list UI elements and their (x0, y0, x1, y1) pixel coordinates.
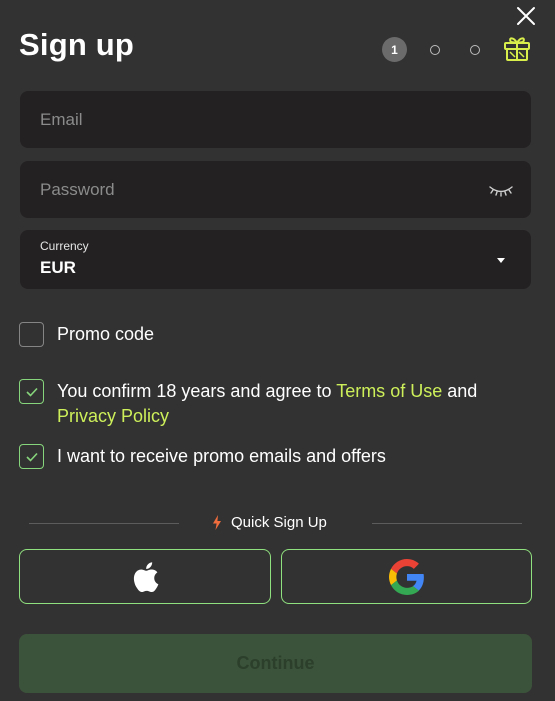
promo-emails-checkbox[interactable] (19, 444, 44, 469)
check-icon (25, 452, 38, 462)
page-title: Sign up (19, 27, 135, 62)
promo-emails-row: I want to receive promo emails and offer… (19, 444, 386, 469)
apple-signup-button[interactable] (19, 549, 271, 604)
step-2 (430, 45, 440, 55)
continue-button[interactable]: Continue (19, 634, 532, 693)
terms-middle: and (442, 381, 478, 401)
apple-icon (133, 561, 159, 592)
email-field-container (20, 91, 531, 148)
terms-of-use-link[interactable]: Terms of Use (336, 381, 442, 401)
terms-text: You confirm 18 years and agree to Terms … (57, 379, 477, 429)
quick-signup-label: Quick Sign Up (231, 514, 327, 531)
lightning-icon (213, 515, 221, 530)
eye-closed-icon[interactable] (487, 182, 515, 198)
terms-prefix: You confirm 18 years and agree to (57, 381, 337, 401)
promo-emails-label: I want to receive promo emails and offer… (57, 446, 386, 466)
close-icon (517, 7, 535, 25)
email-input[interactable] (20, 91, 531, 148)
gift-icon[interactable] (502, 33, 532, 63)
promo-code-label: Promo code (57, 324, 155, 344)
quick-signup-heading: Quick Sign Up (212, 514, 327, 531)
currency-select[interactable]: Currency EUR (20, 230, 531, 289)
step-1: 1 (382, 37, 407, 62)
terms-row: You confirm 18 years and agree to Terms … (19, 379, 519, 429)
currency-label: Currency (40, 239, 89, 253)
terms-checkbox[interactable] (19, 379, 44, 404)
close-button[interactable] (514, 4, 538, 28)
chevron-down-icon (497, 258, 505, 263)
step-3 (470, 45, 480, 55)
password-input[interactable] (20, 161, 531, 218)
password-field-container (20, 161, 531, 218)
google-signup-button[interactable] (281, 549, 532, 604)
check-icon (25, 387, 38, 397)
promo-code-row: Promo code (19, 322, 154, 347)
currency-value: EUR (40, 258, 76, 277)
promo-code-checkbox[interactable] (19, 322, 44, 347)
google-icon (388, 558, 424, 595)
divider-right (372, 523, 522, 524)
privacy-policy-link[interactable]: Privacy Policy (57, 406, 169, 426)
divider-left (29, 523, 179, 524)
